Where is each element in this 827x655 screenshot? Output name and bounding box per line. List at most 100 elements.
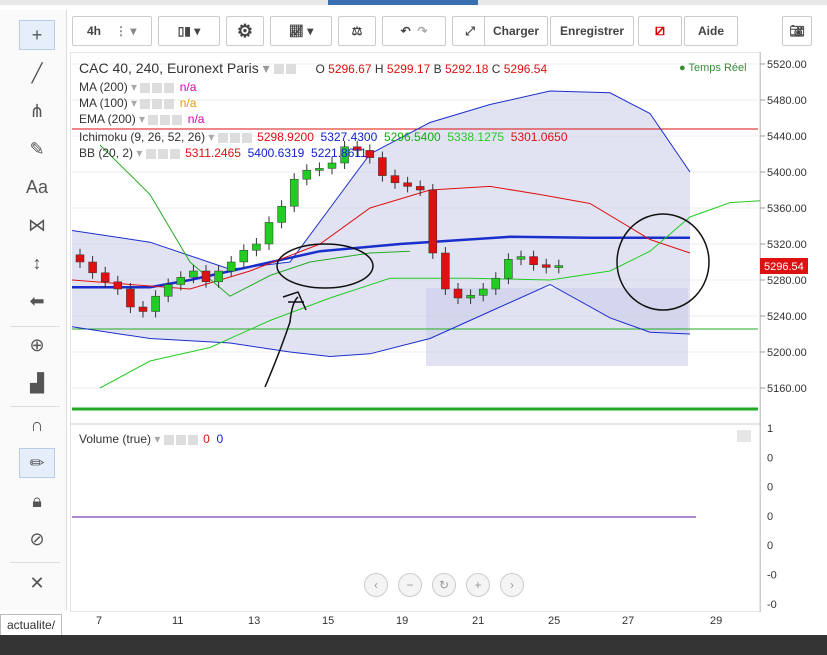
reset-button[interactable]: ↻ bbox=[432, 573, 456, 597]
time-tick-label: 27 bbox=[622, 615, 634, 627]
candle bbox=[277, 205, 286, 223]
time-tick-label: 7 bbox=[96, 615, 102, 627]
zoom-out-button[interactable]: − bbox=[398, 573, 422, 597]
time-tick-label: 15 bbox=[322, 615, 334, 627]
scroll-left-button[interactable]: ‹ bbox=[364, 573, 388, 597]
open-value: 5296.67 bbox=[328, 62, 372, 76]
candle bbox=[138, 306, 148, 312]
top-toolbar: 4h ⋮ ▾ ▯▮ ▾ ⚙ 📈︎ ▾ ⚖ ↶ ↷ ⤢ Charger Enregi… bbox=[70, 14, 818, 48]
ema200-legend: EMA (200) ▾ n/a bbox=[79, 112, 205, 126]
brand-logo-icon: ⧄ bbox=[654, 22, 666, 39]
volume-value-1: 0 bbox=[203, 432, 210, 446]
trend-line-icon[interactable]: ╱ bbox=[19, 58, 55, 88]
undo-redo-group[interactable]: ↶ ↷ bbox=[382, 16, 446, 46]
ema200-label: EMA (200) bbox=[79, 112, 136, 126]
fullscreen-button[interactable]: ⤢ bbox=[452, 16, 488, 46]
chart-type-select[interactable]: ▯▮ ▾ bbox=[158, 16, 220, 46]
pitchfork-icon[interactable]: ⋔ bbox=[19, 96, 55, 126]
lock-icon[interactable]: 🔒︎ bbox=[19, 486, 55, 516]
help-button[interactable]: Aide bbox=[684, 16, 738, 46]
ma100-label: MA (100) bbox=[79, 96, 128, 110]
ichimoku-value-5: 5301.0650 bbox=[510, 130, 568, 144]
candle bbox=[264, 222, 274, 245]
toolbar-divider bbox=[10, 406, 60, 407]
measure-icon[interactable]: ↕ bbox=[19, 248, 55, 278]
ichimoku-label: Ichimoku (9, 26, 52, 26) bbox=[79, 130, 206, 144]
pane-maximize-icon[interactable] bbox=[737, 430, 751, 442]
dropdown-icon[interactable]: ▾ bbox=[263, 60, 270, 76]
candle bbox=[365, 150, 375, 158]
bb-value-1: 5311.2465 bbox=[185, 146, 241, 160]
redo-icon[interactable]: ↷ bbox=[417, 24, 427, 38]
pattern-icon[interactable]: ⋈ bbox=[19, 210, 55, 240]
realtime-indicator: ● Temps Réel bbox=[679, 62, 747, 74]
load-button[interactable]: Charger bbox=[484, 16, 548, 46]
url-tooltip: actualite/ bbox=[0, 614, 63, 636]
time-tick-label: 25 bbox=[548, 615, 560, 627]
text-icon[interactable]: Aa bbox=[19, 172, 55, 202]
scale-icon: ⚖ bbox=[351, 24, 363, 38]
camera-icon: 📷︎ bbox=[789, 24, 805, 38]
candle bbox=[504, 259, 513, 279]
candle bbox=[403, 182, 412, 187]
ruler-icon[interactable]: ▟ bbox=[19, 368, 55, 398]
candle bbox=[390, 175, 400, 184]
settings-button[interactable]: ⚙ bbox=[226, 16, 264, 46]
crosshair-icon[interactable]: + bbox=[19, 20, 55, 50]
taskbar bbox=[0, 635, 827, 655]
volume-tick-label: 0 bbox=[767, 540, 773, 552]
candle bbox=[415, 186, 425, 191]
candle bbox=[252, 243, 261, 251]
scroll-right-button[interactable]: › bbox=[500, 573, 524, 597]
candle bbox=[554, 265, 564, 268]
ichimoku-value-4: 5338.1275 bbox=[447, 130, 505, 144]
time-axis[interactable]: 7 11 13 15 19 21 25 27 29 bbox=[70, 612, 760, 628]
eye-icon[interactable] bbox=[273, 64, 284, 75]
candle bbox=[529, 256, 538, 265]
candle bbox=[441, 252, 450, 290]
undo-icon[interactable]: ↶ bbox=[401, 24, 411, 38]
bb-value-2: 5400.6319 bbox=[247, 146, 305, 160]
zoom-in-icon[interactable]: ⊕ bbox=[19, 330, 55, 360]
candle bbox=[201, 270, 211, 283]
price-tick-label: 5320.00 bbox=[767, 239, 807, 251]
price-tick-label: 5400.00 bbox=[767, 167, 807, 179]
candle bbox=[466, 295, 475, 299]
hide-icon[interactable]: ⊘ bbox=[19, 524, 55, 554]
pencil-lock-icon[interactable]: ✏ bbox=[19, 448, 55, 478]
candle bbox=[378, 157, 387, 176]
volume-tick-label: -0 bbox=[767, 570, 777, 582]
current-price-label: 5296.54 bbox=[764, 261, 804, 273]
volume-tick-label: -0 bbox=[767, 599, 777, 611]
settings-small-icon[interactable] bbox=[285, 64, 296, 75]
interval-select[interactable]: 4h ⋮ ▾ bbox=[72, 16, 152, 46]
toolbar-divider bbox=[10, 326, 60, 327]
high-value: 5299.17 bbox=[386, 62, 431, 76]
ichimoku-legend: Ichimoku (9, 26, 52, 26) ▾ 5298.9200 532… bbox=[79, 130, 568, 144]
price-axis[interactable]: 5520.00 5480.00 5440.00 5400.00 5360.00 5320.… bbox=[760, 52, 815, 612]
candle bbox=[453, 288, 463, 299]
brush-icon[interactable]: ✎ bbox=[19, 134, 55, 164]
logo-button[interactable]: ⧄ bbox=[638, 16, 682, 46]
magnet-icon[interactable]: ∩ bbox=[19, 410, 55, 440]
realtime-label: Temps Réel bbox=[688, 62, 747, 74]
zoom-in-button[interactable]: + bbox=[466, 573, 490, 597]
volume-legend: Volume (true) ▾ 0 0 bbox=[79, 432, 224, 446]
volume-tick-label: 0 bbox=[767, 511, 773, 523]
more-icon: ⋮ ▾ bbox=[115, 24, 137, 38]
price-tick-label: 5280.00 bbox=[767, 275, 807, 287]
ichimoku-value-2: 5327.4300 bbox=[320, 130, 378, 144]
remove-tools-icon[interactable]: ✕ bbox=[19, 568, 55, 598]
compare-button[interactable]: ⚖ bbox=[338, 16, 376, 46]
save-button[interactable]: Enregistrer bbox=[550, 16, 634, 46]
ichimoku-value-3: 5296.5400 bbox=[383, 130, 441, 144]
indicators-button[interactable]: 📈︎ ▾ bbox=[270, 16, 332, 46]
bb-label: BB (20, 2) bbox=[79, 146, 134, 160]
screenshot-button[interactable]: 📷︎ bbox=[782, 16, 812, 46]
back-arrow-icon[interactable]: ⬅ bbox=[19, 286, 55, 316]
volume-tick-label: 0 bbox=[767, 482, 773, 494]
candle bbox=[75, 254, 85, 263]
high-label: H bbox=[374, 62, 384, 76]
time-tick-label: 13 bbox=[248, 615, 260, 627]
bb-legend: BB (20, 2) ▾ 5311.2465 5400.6319 5221.86… bbox=[79, 146, 367, 160]
